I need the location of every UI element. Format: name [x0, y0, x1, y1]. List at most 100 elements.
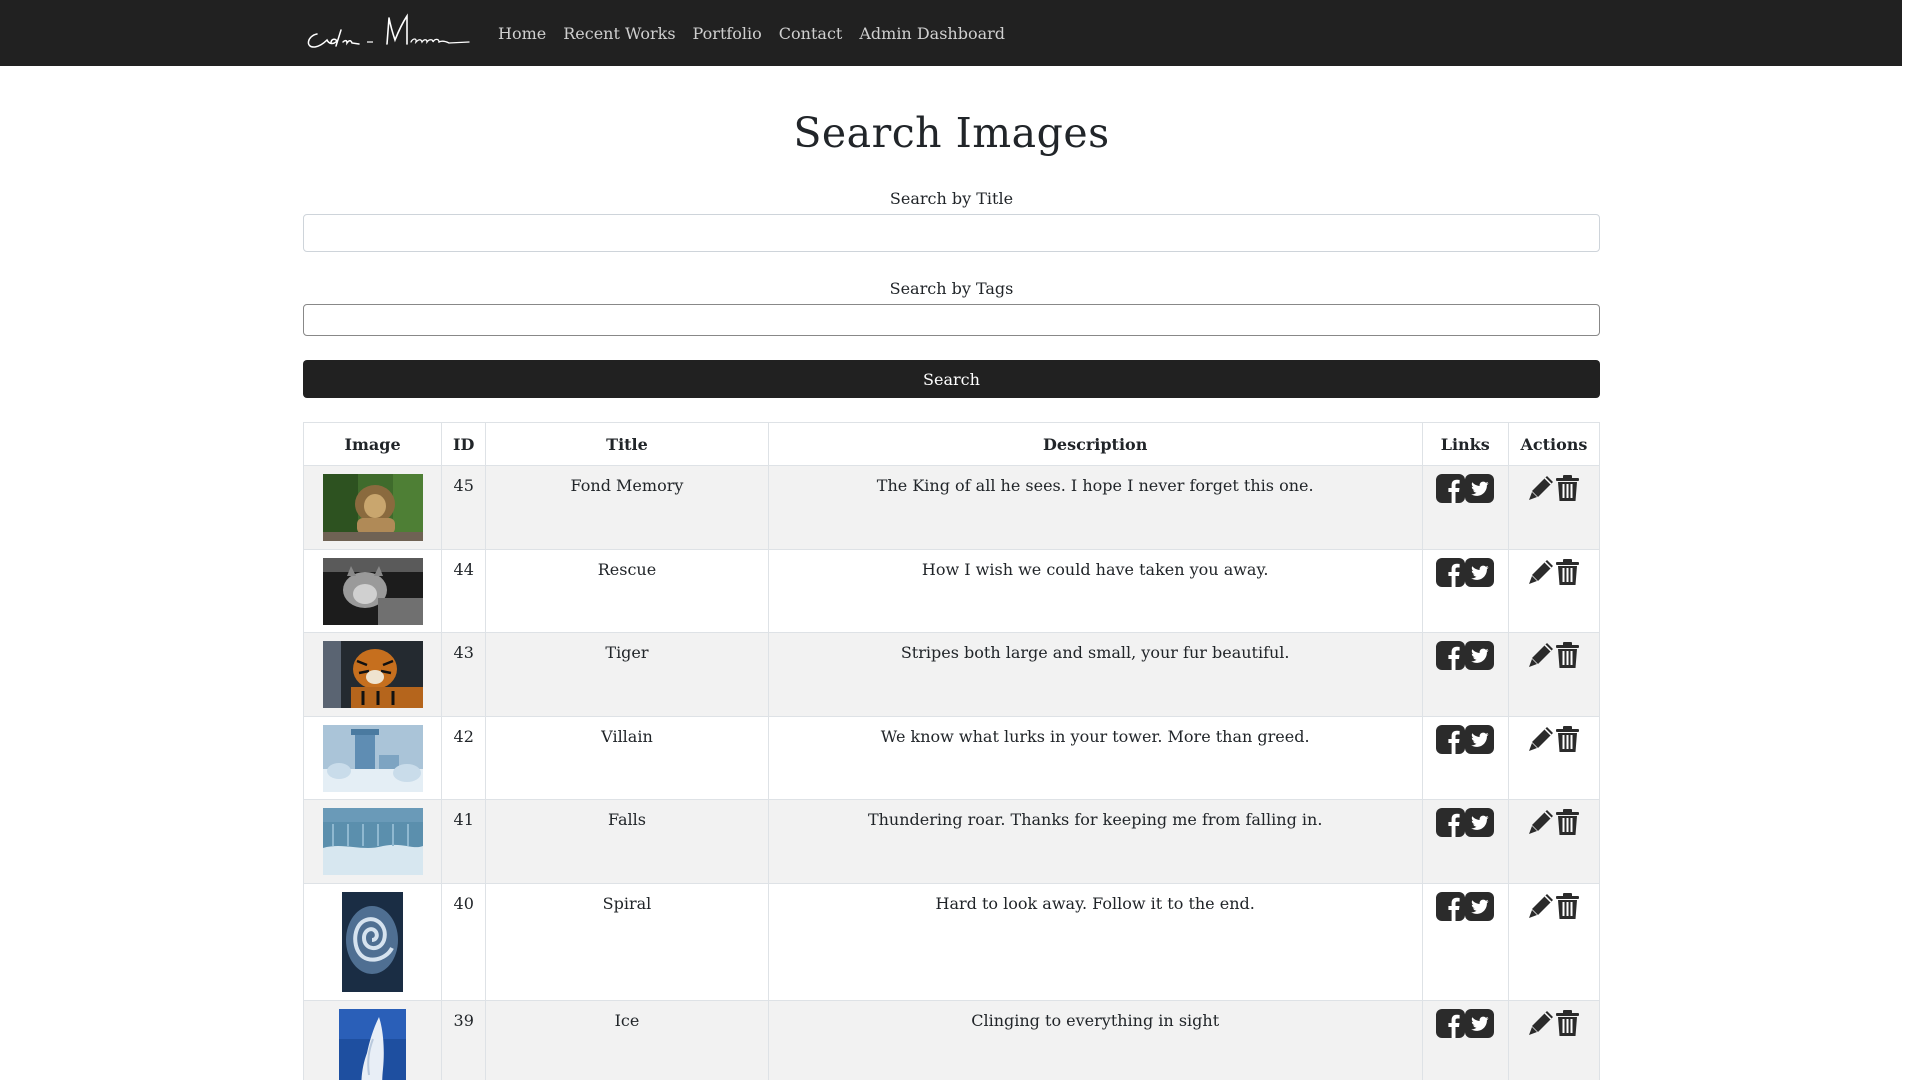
twitter-icon[interactable]	[1465, 1009, 1495, 1042]
facebook-icon[interactable]	[1436, 558, 1466, 591]
image-cell	[302, 465, 443, 550]
pencil-icon[interactable]	[1528, 474, 1555, 506]
id-cell: 43	[441, 632, 487, 717]
links-cell	[1421, 799, 1509, 884]
thumbnail-image	[342, 892, 404, 992]
description-cell: Thundering roar. Thanks for keeping me f…	[767, 799, 1423, 884]
signature-logo-image	[307, 13, 470, 48]
image-cell	[302, 549, 443, 633]
thumbnail-image	[322, 641, 423, 708]
actions-cell	[1507, 716, 1601, 800]
facebook-icon[interactable]	[1436, 641, 1466, 674]
twitter-icon[interactable]	[1465, 892, 1495, 925]
search-button[interactable]: Search	[303, 360, 1600, 398]
twitter-icon[interactable]	[1465, 641, 1495, 674]
actions-cell	[1507, 632, 1601, 717]
image-cell	[302, 632, 443, 717]
id-cell: 40	[441, 883, 487, 1001]
search-title-input[interactable]	[303, 214, 1600, 252]
pencil-icon[interactable]	[1528, 558, 1555, 590]
trash-icon[interactable]	[1555, 1009, 1580, 1041]
table-header-row: Image ID Title Description Links Actions	[302, 422, 1601, 466]
facebook-icon[interactable]	[1436, 1009, 1466, 1042]
header-actions: Actions	[1507, 422, 1601, 466]
nav-portfolio[interactable]: Portfolio	[693, 24, 762, 43]
table-row: 45 Fond Memory The King of all he sees. …	[302, 465, 1601, 550]
trash-icon[interactable]	[1555, 558, 1580, 590]
id-cell: 42	[441, 716, 487, 800]
title-cell: Fond Memory	[485, 465, 769, 550]
twitter-icon[interactable]	[1465, 808, 1495, 841]
twitter-icon[interactable]	[1465, 558, 1495, 591]
title-cell: Ice	[485, 1000, 769, 1080]
brand-signature-logo[interactable]	[303, 12, 471, 54]
trash-icon[interactable]	[1555, 892, 1580, 924]
description-cell: We know what lurks in your tower. More t…	[767, 716, 1423, 800]
id-cell: 44	[441, 549, 487, 633]
thumbnail-image	[322, 558, 423, 625]
description-cell: Stripes both large and small, your fur b…	[767, 632, 1423, 717]
header-title: Title	[485, 422, 769, 466]
table-row: 41 Falls Thundering roar. Thanks for kee…	[302, 799, 1601, 884]
facebook-icon[interactable]	[1436, 474, 1466, 507]
links-cell	[1421, 716, 1509, 800]
nav-admin-dashboard[interactable]: Admin Dashboard	[859, 24, 1005, 43]
links-cell	[1421, 465, 1509, 550]
title-cell: Falls	[485, 799, 769, 884]
actions-cell	[1507, 465, 1601, 550]
id-cell: 39	[441, 1000, 487, 1080]
table-row: 42 Villain We know what lurks in your to…	[302, 716, 1601, 800]
image-cell	[302, 799, 443, 884]
trash-icon[interactable]	[1555, 641, 1580, 673]
links-cell	[1421, 632, 1509, 717]
thumbnail-image	[322, 808, 423, 875]
actions-cell	[1507, 1000, 1601, 1080]
thumbnail-image	[322, 725, 423, 792]
results-table: Image ID Title Description Links Actions…	[302, 422, 1601, 1080]
search-title-label: Search by Title	[889, 189, 1014, 208]
pencil-icon[interactable]	[1528, 892, 1555, 924]
title-cell: Spiral	[485, 883, 769, 1001]
table-body: 45 Fond Memory The King of all he sees. …	[302, 465, 1601, 1080]
title-cell: Villain	[485, 716, 769, 800]
actions-cell	[1507, 799, 1601, 884]
actions-cell	[1507, 549, 1601, 633]
facebook-icon[interactable]	[1436, 808, 1466, 841]
trash-icon[interactable]	[1555, 725, 1580, 757]
image-cell	[302, 1000, 443, 1080]
id-cell: 41	[441, 799, 487, 884]
title-cell: Rescue	[485, 549, 769, 633]
nav-home[interactable]: Home	[498, 24, 546, 43]
main-content: Search Images Search by Title Search by …	[302, 66, 1601, 1080]
description-cell: The King of all he sees. I hope I never …	[767, 465, 1423, 550]
header-image: Image	[302, 422, 443, 466]
trash-icon[interactable]	[1555, 474, 1580, 506]
description-cell: How I wish we could have taken you away.	[767, 549, 1423, 633]
facebook-icon[interactable]	[1436, 725, 1466, 758]
navbar: Home Recent Works Portfolio Contact Admi…	[0, 0, 1902, 66]
actions-cell	[1507, 883, 1601, 1001]
links-cell	[1421, 1000, 1509, 1080]
twitter-icon[interactable]	[1465, 474, 1495, 507]
nav-links: Home Recent Works Portfolio Contact Admi…	[498, 0, 1022, 66]
pencil-icon[interactable]	[1528, 1009, 1555, 1041]
pencil-icon[interactable]	[1528, 641, 1555, 673]
nav-contact[interactable]: Contact	[779, 24, 843, 43]
twitter-icon[interactable]	[1465, 725, 1495, 758]
header-links: Links	[1421, 422, 1509, 466]
page-title: Search Images	[793, 109, 1110, 157]
links-cell	[1421, 549, 1509, 633]
thumbnail-image	[339, 1009, 407, 1080]
table-row: 39 Ice Clinging to everything in sight	[302, 1000, 1601, 1080]
facebook-icon[interactable]	[1436, 892, 1466, 925]
page: Home Recent Works Portfolio Contact Admi…	[0, 0, 1902, 1080]
title-cell: Tiger	[485, 632, 769, 717]
search-tags-input[interactable]	[303, 304, 1600, 336]
links-cell	[1421, 883, 1509, 1001]
trash-icon[interactable]	[1555, 808, 1580, 840]
pencil-icon[interactable]	[1528, 725, 1555, 757]
nav-recent-works[interactable]: Recent Works	[563, 24, 675, 43]
table-row: 43 Tiger Stripes both large and small, y…	[302, 632, 1601, 717]
pencil-icon[interactable]	[1528, 808, 1555, 840]
table-row: 40 Spiral Hard to look away. Follow it t…	[302, 883, 1601, 1001]
